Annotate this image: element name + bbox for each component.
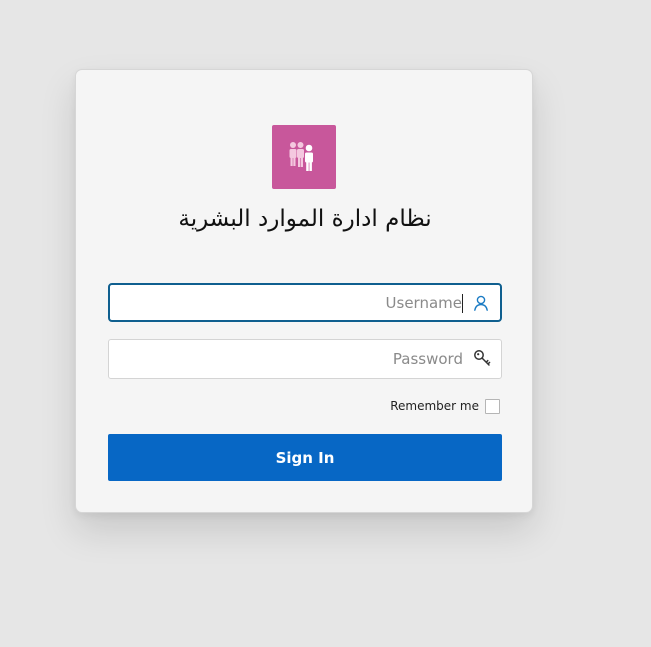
text-caret bbox=[462, 294, 463, 313]
app-logo bbox=[272, 125, 336, 189]
password-field[interactable] bbox=[108, 339, 502, 379]
app-title: نظام ادارة الموارد البشرية bbox=[178, 206, 432, 232]
username-field[interactable] bbox=[108, 283, 502, 322]
user-icon bbox=[472, 294, 490, 312]
remember-me-checkbox[interactable] bbox=[485, 398, 500, 414]
sign-in-button[interactable]: Sign In bbox=[108, 434, 502, 481]
key-icon bbox=[473, 349, 491, 367]
login-card: نظام ادارة الموارد البشرية Remember me S… bbox=[75, 69, 533, 513]
password-input[interactable] bbox=[109, 340, 501, 378]
remember-me-label: Remember me bbox=[390, 399, 479, 413]
username-input[interactable] bbox=[110, 285, 500, 320]
remember-me[interactable]: Remember me bbox=[390, 397, 500, 415]
